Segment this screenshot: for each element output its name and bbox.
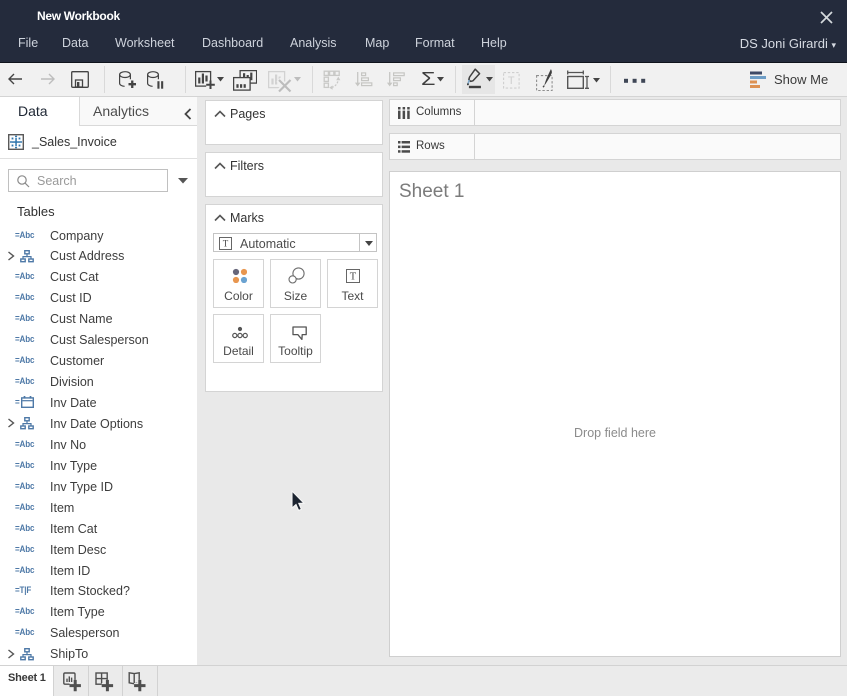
svg-text:T: T	[508, 75, 515, 87]
svg-text:T: T	[350, 272, 357, 283]
svg-text:T: T	[223, 239, 229, 249]
